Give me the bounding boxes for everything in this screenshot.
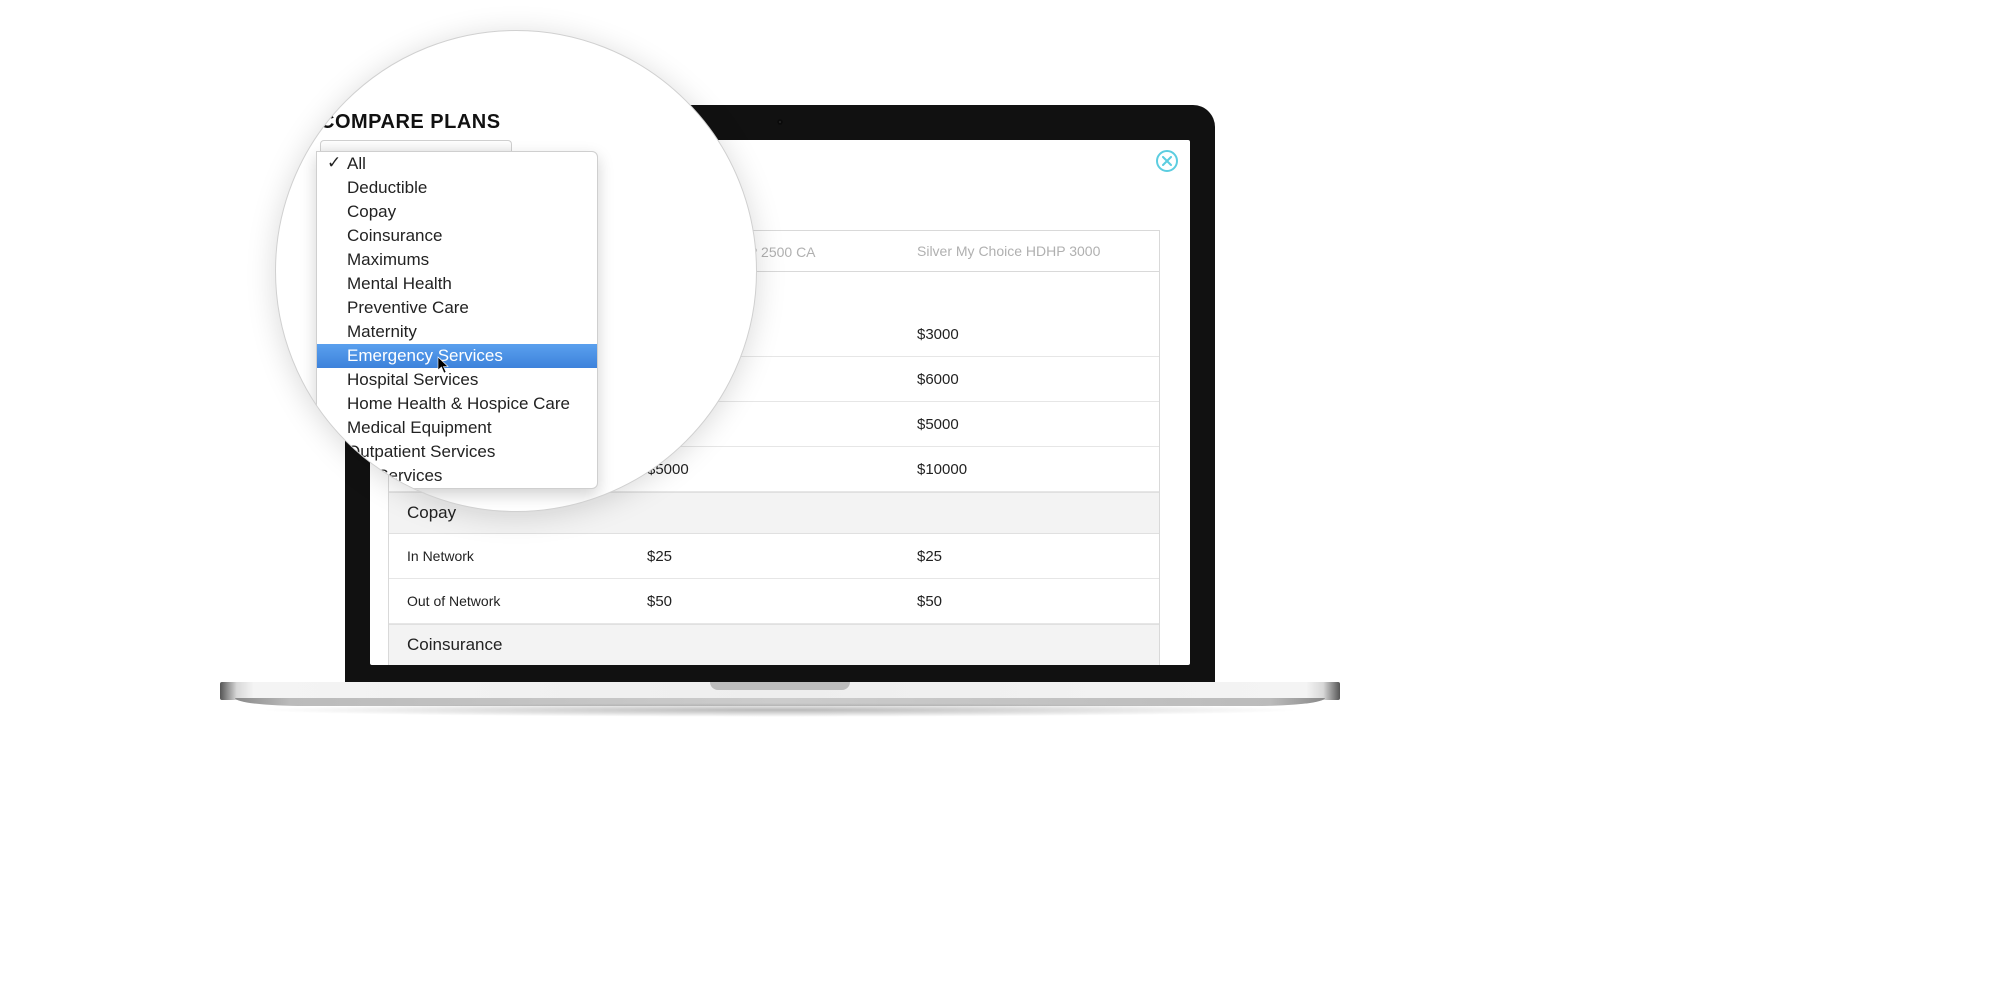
- filter-option[interactable]: All: [317, 152, 597, 176]
- filter-option[interactable]: Emergency Services: [317, 344, 597, 368]
- section-header: Coinsurance: [389, 624, 1159, 665]
- filter-option[interactable]: Home Health & Hospice Care: [317, 392, 597, 416]
- filter-option[interactable]: stic Services: [317, 464, 597, 488]
- filter-select[interactable]: [320, 140, 512, 151]
- laptop-notch: [710, 682, 850, 690]
- row-label: Out of Network: [389, 593, 647, 609]
- table-row: In Network$25$25: [389, 534, 1159, 579]
- row-value-plan-b: $50: [647, 593, 917, 610]
- row-value-plan-c: $25: [917, 548, 1159, 565]
- plan-header-c: Silver My Choice HDHP 3000: [917, 243, 1159, 259]
- filter-dropdown[interactable]: AllDeductibleCopayCoinsuranceMaximumsMen…: [316, 151, 598, 489]
- table-row: Out of Network$50$50: [389, 579, 1159, 624]
- close-icon: [1162, 156, 1172, 166]
- laptop-shadow: [255, 703, 1305, 717]
- row-value-plan-c: $3000: [917, 326, 1159, 343]
- row-value-plan-c: $5000: [917, 416, 1159, 433]
- row-value-plan-b: $25: [647, 548, 917, 565]
- filter-option[interactable]: Mental Health: [317, 272, 597, 296]
- row-value-plan-c: $10000: [917, 461, 1159, 478]
- camera-icon: [777, 119, 783, 125]
- row-label: In Network: [389, 548, 647, 564]
- filter-option[interactable]: Maximums: [317, 248, 597, 272]
- filter-option[interactable]: Maternity: [317, 320, 597, 344]
- filter-option[interactable]: Preventive Care: [317, 296, 597, 320]
- close-button[interactable]: [1156, 150, 1178, 172]
- magnifier-callout: COMPARE PLANS AllDeductibleCopayCoinsura…: [275, 30, 757, 512]
- filter-option[interactable]: Copay: [317, 200, 597, 224]
- filter-option[interactable]: Deductible: [317, 176, 597, 200]
- filter-option[interactable]: Coinsurance: [317, 224, 597, 248]
- filter-option[interactable]: Hospital Services: [317, 368, 597, 392]
- row-value-plan-c: $50: [917, 593, 1159, 610]
- filter-option[interactable]: Medical Equipment: [317, 416, 597, 440]
- page-title: COMPARE PLANS: [316, 111, 726, 134]
- row-value-plan-c: $6000: [917, 371, 1159, 388]
- filter-option[interactable]: Outpatient Services: [317, 440, 597, 464]
